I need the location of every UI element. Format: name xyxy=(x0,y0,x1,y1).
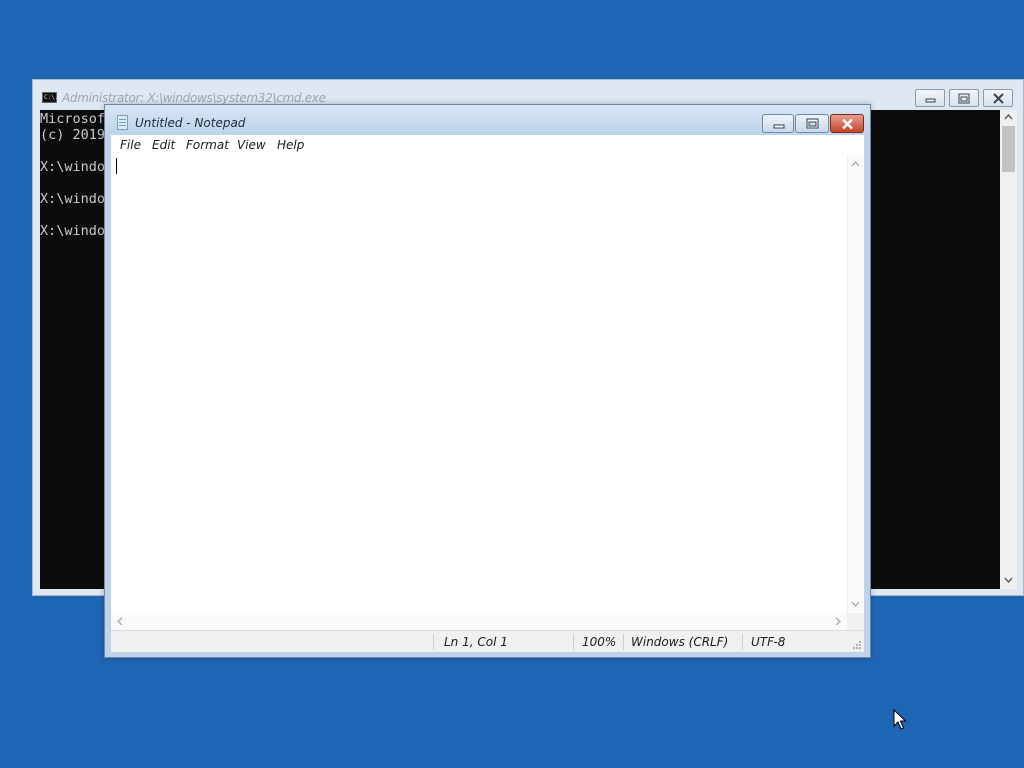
menu-edit[interactable]: Edit xyxy=(152,138,175,152)
notepad-window[interactable]: Untitled - Notepad File Edit Format View… xyxy=(104,104,871,658)
restore-icon xyxy=(958,93,970,104)
scroll-down-icon[interactable] xyxy=(847,598,864,610)
scroll-right-icon[interactable] xyxy=(832,613,844,630)
text-caret xyxy=(116,158,117,174)
scroll-up-icon[interactable] xyxy=(847,158,864,170)
text-editor[interactable] xyxy=(111,155,847,613)
console-icon: C:\. xyxy=(42,92,59,103)
console-line: X:\windo xyxy=(40,191,106,207)
mouse-pointer-icon xyxy=(893,709,907,730)
console-line: Microsof xyxy=(40,111,106,127)
close-icon xyxy=(993,93,1004,104)
notepad-icon xyxy=(117,115,128,130)
cmd-close-button[interactable] xyxy=(983,89,1013,107)
menu-format[interactable]: Format xyxy=(186,138,229,152)
scroll-down-icon[interactable] xyxy=(1000,573,1017,587)
notepad-maximize-button[interactable] xyxy=(795,114,829,133)
status-bar: Ln 1, Col 1 100% Windows (CRLF) UTF-8 xyxy=(111,630,864,652)
console-icon-text: C:\. xyxy=(44,94,59,101)
menu-file[interactable]: File xyxy=(120,138,141,152)
minimize-icon xyxy=(925,98,936,103)
cmd-window-title: Administrator: X:\windows\system32\cmd.e… xyxy=(62,91,326,105)
status-separator xyxy=(623,634,624,650)
status-separator xyxy=(742,634,743,650)
scroll-up-icon[interactable] xyxy=(1000,110,1017,124)
menu-help[interactable]: Help xyxy=(277,138,304,152)
cmd-scroll-thumb[interactable] xyxy=(1002,126,1015,172)
scroll-left-icon[interactable] xyxy=(114,613,126,630)
notepad-client-area: File Edit Format View Help Ln 1, Col 1 1… xyxy=(111,135,864,652)
console-line: X:\windo xyxy=(40,223,106,239)
status-encoding: UTF-8 xyxy=(751,635,786,649)
notepad-close-button[interactable] xyxy=(830,114,864,133)
scrollbar-track xyxy=(847,155,848,613)
minimize-icon xyxy=(773,124,785,129)
notepad-window-title: Untitled - Notepad xyxy=(135,116,246,130)
status-position: Ln 1, Col 1 xyxy=(444,635,508,649)
menu-view[interactable]: View xyxy=(237,138,266,152)
cmd-maximize-button[interactable] xyxy=(949,89,979,107)
console-line: X:\windo xyxy=(40,159,106,175)
status-line-ending: Windows (CRLF) xyxy=(631,635,729,649)
cmd-minimize-button[interactable] xyxy=(915,89,945,107)
notepad-titlebar[interactable]: Untitled - Notepad xyxy=(105,105,870,135)
notepad-minimize-button[interactable] xyxy=(762,114,794,133)
horizontal-scrollbar[interactable] xyxy=(111,613,847,630)
close-icon xyxy=(842,118,853,130)
cmd-vertical-scrollbar[interactable] xyxy=(1000,110,1017,589)
maximize-icon xyxy=(806,118,819,129)
resize-grip-icon[interactable] xyxy=(853,641,862,650)
vertical-scrollbar[interactable] xyxy=(847,155,864,613)
status-zoom: 100% xyxy=(582,635,617,649)
status-separator xyxy=(573,634,574,650)
menu-bar: File Edit Format View Help xyxy=(111,135,864,155)
scrollbar-corner xyxy=(847,613,864,630)
status-separator xyxy=(433,634,434,650)
console-line: (c) 2019 xyxy=(40,127,106,143)
